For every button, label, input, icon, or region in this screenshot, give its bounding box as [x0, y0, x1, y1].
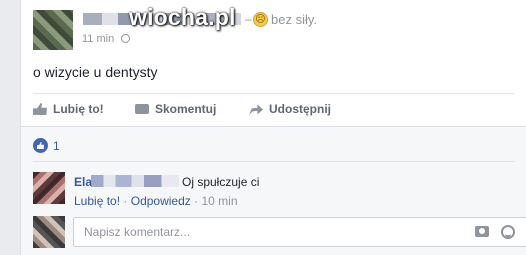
current-user-avatar: [33, 216, 65, 248]
comment-button[interactable]: Skomentuj: [135, 100, 216, 118]
camera-icon[interactable]: [475, 226, 489, 237]
thumbs-up-icon: [33, 103, 47, 115]
commenter-avatar[interactable]: [33, 172, 65, 204]
meta-dot: ·: [194, 194, 199, 208]
post-timestamp[interactable]: 11 min: [82, 33, 131, 45]
comment-like-link[interactable]: Lubię to!: [74, 194, 120, 208]
post-card: wiocha.pl – ☹ bez siły. 11 min o wizycie…: [20, 0, 526, 255]
share-button[interactable]: Udostępnij: [249, 100, 331, 118]
comment-input[interactable]: [73, 217, 526, 247]
comment-icon: [135, 104, 149, 114]
comment-text: Oj spułczuje ci: [182, 175, 260, 189]
emoji-icon[interactable]: [501, 225, 515, 239]
like-label: Lubię to!: [53, 102, 104, 116]
author-avatar[interactable]: [33, 10, 73, 50]
watermark: wiocha.pl: [129, 4, 236, 30]
share-label: Udostępnij: [269, 102, 331, 116]
globe-icon: [121, 34, 131, 43]
comment-label: Skomentuj: [155, 102, 217, 116]
post-text: o wizycie u dentysty: [33, 64, 158, 80]
comment-time[interactable]: 10 min: [201, 194, 237, 208]
divider: [33, 161, 515, 162]
comments-section: 1 Ela Oj spułczuje ci Lubię to! · Odpowi…: [21, 126, 526, 255]
commenter-name[interactable]: Ela: [74, 175, 92, 189]
share-icon: [249, 104, 263, 115]
comment-meta: Lubię to! · Odpowiedz · 10 min: [74, 194, 238, 208]
post-time[interactable]: 11 min: [82, 33, 114, 45]
meta-dot: ·: [123, 194, 128, 208]
feeling-text: bez siły.: [271, 12, 317, 27]
like-count[interactable]: 1: [53, 139, 60, 153]
like-badge-icon[interactable]: [33, 138, 48, 153]
comment-reply-link[interactable]: Odpowiedz: [131, 194, 191, 208]
divider: [33, 93, 514, 94]
sad-face-icon: ☹: [253, 12, 268, 27]
commenter-name-blurred[interactable]: [91, 175, 179, 187]
like-button[interactable]: Lubię to!: [33, 100, 104, 118]
feeling-separator: –: [245, 12, 252, 26]
